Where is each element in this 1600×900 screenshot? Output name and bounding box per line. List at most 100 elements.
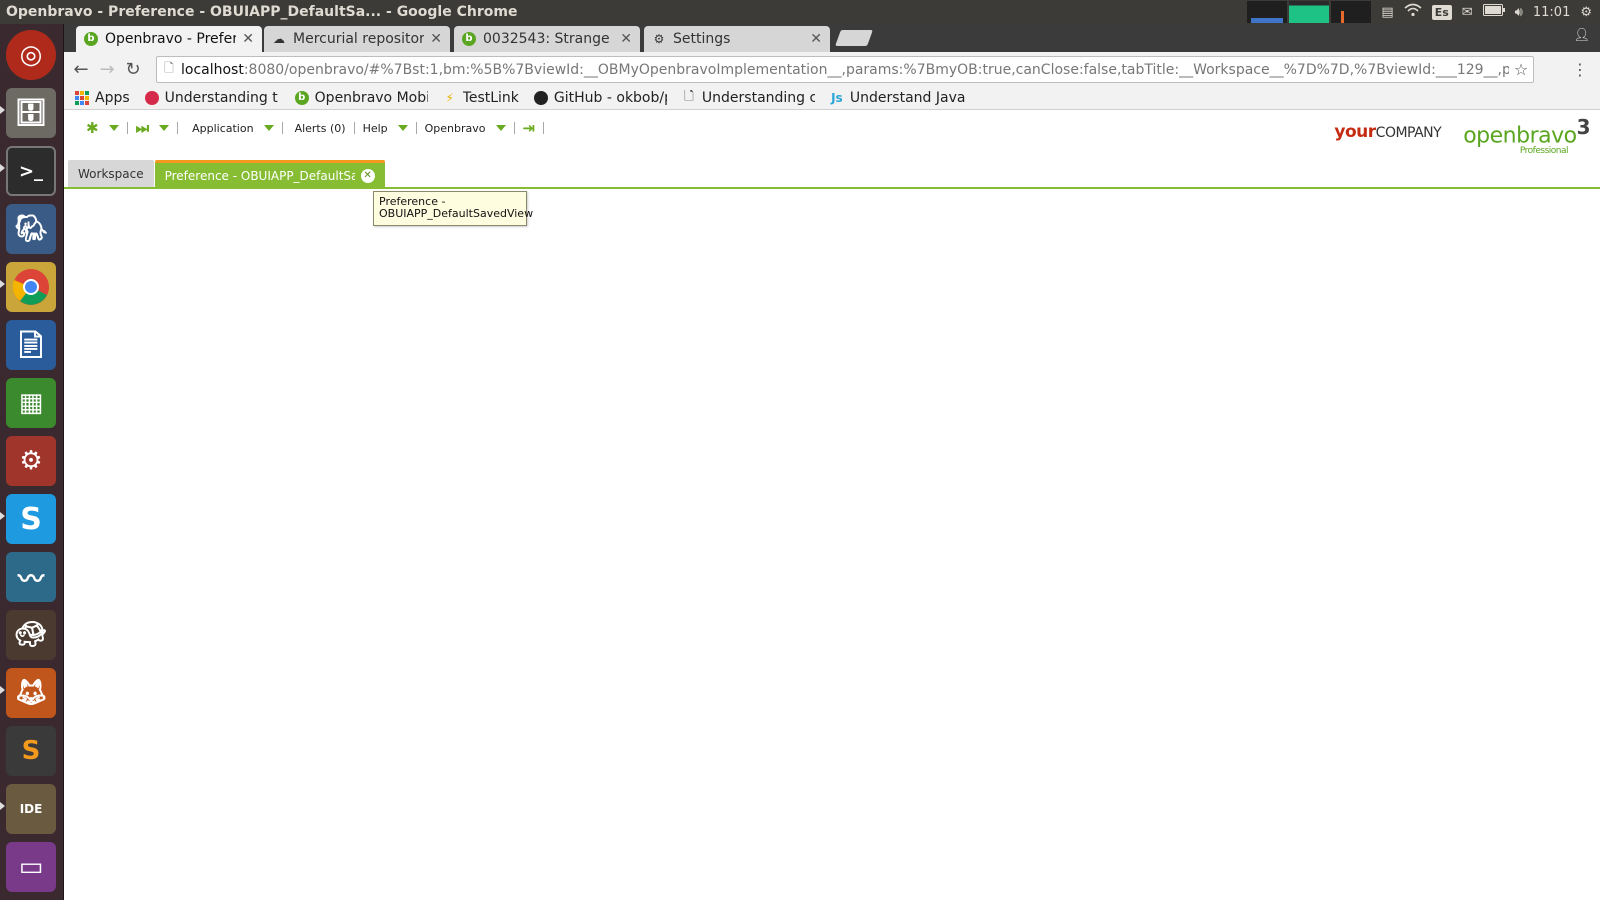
chevron-down-icon [397,125,408,131]
user-menu[interactable]: Openbravo [417,118,514,138]
chevron-down-icon [108,125,119,131]
tab-label: Mercurial repositor [293,31,425,47]
close-icon[interactable]: ✕ [242,31,254,47]
bookmark-label: Openbravo Mobi [314,89,428,106]
address-host: localhost [181,61,244,78]
bookmark-label: Apps [95,89,130,106]
openbravo-icon: b [84,32,98,46]
openbravo-navbar: ✱ ⏭︎ Application Alerts (0) Help Openbra… [64,111,545,145]
tab-preference[interactable]: Preference - OBUIAPP_DefaultSa... ✕ [154,160,385,188]
close-icon[interactable]: ✕ [810,31,822,47]
bookmark-github[interactable]: GitHub - okbob/p [533,90,667,106]
running-indicator [0,164,5,172]
divider [543,122,545,134]
user-menu-label: Openbravo [424,121,486,135]
terminal-icon[interactable]: >_ [6,146,56,196]
files-icon[interactable]: 🗄︎ [6,88,56,138]
address-path: :8080/openbravo/#%7Bst:1,bm:%5B%7BviewId… [243,61,1509,78]
bookmark-label: Understanding c [701,89,815,106]
keyboard-layout-indicator[interactable]: Es [1431,4,1452,20]
memory-graph [1289,1,1330,23]
user-profile-icon[interactable]: 👤︎ [1573,28,1590,43]
postgresql-icon[interactable]: 🐘︎ [6,204,56,254]
close-icon[interactable]: ✕ [430,31,442,47]
calc-icon[interactable]: ▦ [6,378,56,428]
unity-launcher: ◎ 🗄︎ >_ 🐘︎ 📄︎ ▦ ⚙ S 〰 🐢︎ 🦊︎ S IDE ▭ [0,24,64,900]
sublime-text-icon[interactable]: S [6,726,56,776]
help-menu-label: Help [362,121,388,135]
bookmark-apps[interactable]: Apps [74,90,130,106]
star-create-icon: ✱ [86,119,99,137]
bookmarks-bar: Apps Understanding t b Openbravo Mobi ⚡ … [64,86,1600,110]
logo-area: yourCOMPANY openbravo3 Professional [1334,115,1590,156]
firefox-icon[interactable]: 🦊︎ [6,668,56,718]
bookmark-label: Understanding t [164,89,278,106]
workspace-switcher-icon[interactable]: ▭ [6,842,56,892]
testlink-icon: ⚡ [445,90,454,105]
quick-create-menu[interactable]: ✱ [78,118,127,138]
browser-tab-mercurial[interactable]: ☁ Mercurial repositor ✕ [264,26,450,52]
page-icon: 🗋︎ [684,89,694,104]
system-settings-icon[interactable]: ⚙ [6,436,56,486]
skype-icon[interactable]: S [6,494,56,544]
tab-workspace-label: Workspace [78,167,144,181]
browser-tab-openbravo[interactable]: b Openbravo - Prefer ✕ [76,26,262,52]
running-indicator [0,512,5,520]
tab-workspace[interactable]: Workspace [68,160,154,188]
browser-tab-settings[interactable]: ⚙ Settings ✕ [644,26,830,52]
close-icon[interactable]: ✕ [620,31,632,47]
tab-tooltip: Preference - OBUIAPP_DefaultSavedView [373,191,534,226]
browser-toolbar: ← → ↻ 🗋︎ localhost :8080/openbravo/#%7Bs… [64,52,1600,86]
red-circle-icon [144,90,160,106]
chrome-icon[interactable] [6,262,56,312]
fast-forward-icon: ⏭︎ [135,119,150,137]
system-monitor-indicator[interactable] [1247,1,1372,23]
bookmark-testlink[interactable]: ⚡ TestLink [442,90,518,106]
close-icon[interactable]: ✕ [360,168,375,183]
writer-icon[interactable]: 📄︎ [6,320,56,370]
battery-icon[interactable] [1482,4,1505,20]
network-graph [1331,1,1372,23]
bookmark-label: GitHub - okbob/p [553,89,667,106]
application-menu[interactable]: Application [178,118,281,138]
cpu-graph [1247,1,1288,23]
github-icon [533,90,549,106]
system-tray: ▤ Es ✉ 🔊︎ 11:01 ⚙ [1247,0,1600,24]
chrome-menu-icon[interactable]: ⋮ [1572,60,1588,79]
clipboard-icon[interactable]: ▤ [1381,5,1393,20]
tab-label: Settings [673,31,731,47]
company-logo-bold: your [1334,121,1376,142]
bookmark-star-icon[interactable]: ☆ [1509,60,1533,79]
bookmark-openbravo-mobile[interactable]: b Openbravo Mobi [294,90,428,106]
eclipse-ide-icon[interactable]: IDE [6,784,56,834]
volume-icon[interactable]: 🔊︎ [1515,5,1523,20]
reload-icon[interactable]: ↻ [120,59,146,80]
openbravo-logo: openbravo3 Professional [1463,115,1590,156]
address-bar[interactable]: 🗋︎ localhost :8080/openbravo/#%7Bst:1,bm… [156,56,1534,83]
tooltip-line: OBUIAPP_DefaultSavedView [379,207,534,220]
new-tab-button[interactable] [835,30,873,46]
logout-button[interactable]: ⇥ [515,118,544,138]
browser-tab-issue[interactable]: b 0032543: Strange b ✕ [454,26,640,52]
running-indicator [0,802,5,810]
ubuntu-dash-icon[interactable]: ◎ [6,30,56,80]
turtle-app-icon[interactable]: 🐢︎ [6,610,56,660]
clock[interactable]: 11:01 [1533,5,1570,20]
back-arrow-icon[interactable]: ← [68,59,94,80]
bookmark-understanding-2[interactable]: 🗋︎ Understanding c [681,90,815,106]
system-monitor-icon[interactable]: 〰 [6,552,56,602]
alerts-link[interactable]: Alerts (0) [283,118,354,138]
running-indicator [0,106,5,114]
bookmark-understand-java[interactable]: Js Understand Java [829,90,965,106]
mail-icon[interactable]: ✉ [1462,5,1473,20]
chevron-down-icon [263,125,274,131]
apps-grid-icon [74,90,90,106]
wifi-icon[interactable] [1404,3,1422,21]
openbravo-tab-bar: Workspace Preference - OBUIAPP_DefaultSa… [68,158,385,188]
gear-icon[interactable]: ⚙ [1580,5,1592,20]
gear-icon: ⚙ [653,32,665,46]
quick-launch-menu[interactable]: ⏭︎ [128,118,178,138]
bookmark-understanding-1[interactable]: Understanding t [144,90,280,106]
forward-arrow-icon[interactable]: → [94,59,120,80]
help-menu[interactable]: Help [355,118,416,138]
